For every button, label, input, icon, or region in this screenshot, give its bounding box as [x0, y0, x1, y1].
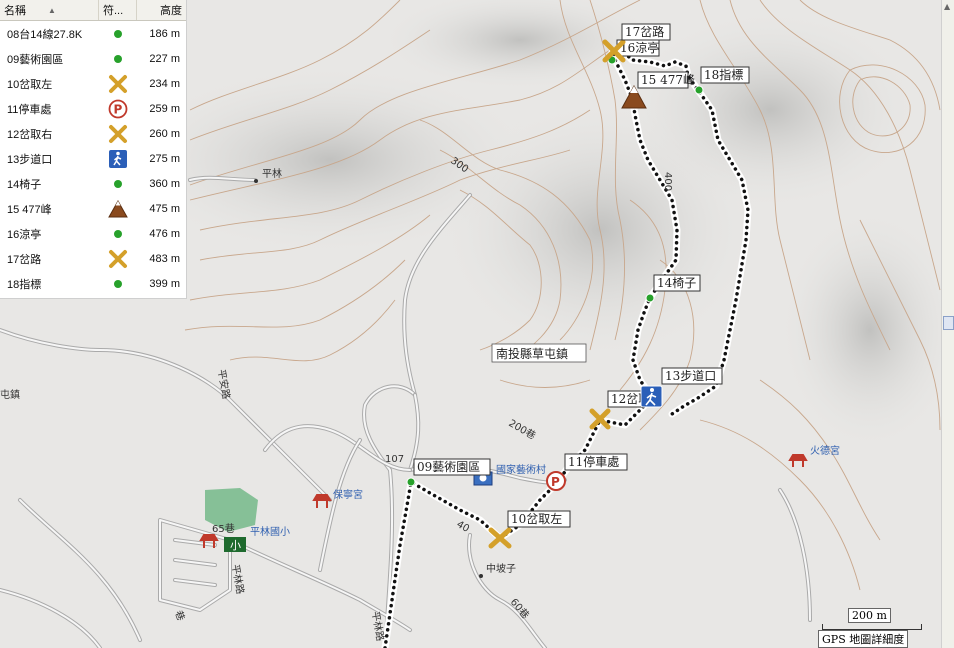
table-row[interactable]: 13步道口 275 m: [0, 146, 186, 171]
scale-distance: 200 m: [848, 608, 891, 623]
waypoint-elevation: 227 m: [149, 52, 180, 65]
waypoint-elevation: 475 m: [149, 202, 180, 215]
township-label: 南投縣草屯鎮: [491, 343, 587, 363]
svg-text:18指標: 18指標: [704, 67, 743, 82]
hiker-icon: [109, 149, 127, 168]
svg-text:13步道口: 13步道口: [665, 369, 716, 383]
waypoint-name: 17岔路: [7, 253, 42, 266]
table-row[interactable]: 08台14線27.8K 186 m: [0, 21, 186, 46]
waypoint-elevation: 399 m: [149, 277, 180, 290]
waypoint-name: 13步道口: [7, 153, 53, 166]
svg-text:南投縣草屯鎮: 南投縣草屯鎮: [496, 346, 568, 361]
waypoint-name: 10岔取左: [7, 78, 53, 91]
waypoint-symbol: [99, 279, 137, 288]
waypoint-symbol: [99, 149, 137, 169]
hiker-icon: [640, 385, 663, 408]
waypoint-name: 11停車處: [7, 103, 52, 116]
column-header-symbol[interactable]: 符...: [99, 0, 137, 20]
green-dot-icon: [114, 54, 122, 63]
table-row[interactable]: 18指標 399 m: [0, 271, 186, 296]
scroll-up-arrow-icon[interactable]: ▲: [944, 2, 950, 11]
waypoint-symbol: [99, 54, 137, 63]
waypoint-elevation: 186 m: [149, 27, 180, 40]
svg-text:16涼亭: 16涼亭: [620, 40, 659, 55]
summit-icon: [108, 199, 128, 217]
svg-text:P: P: [114, 102, 123, 116]
place-ping-lin: 平林: [262, 167, 282, 180]
waypoint-symbol: [99, 229, 137, 238]
waypoint-elevation: 259 m: [149, 102, 180, 115]
svg-text:火德宮: 火德宮: [810, 444, 840, 457]
waypoint-symbol: [99, 124, 137, 144]
svg-text:平林國小: 平林國小: [250, 525, 290, 538]
table-row[interactable]: 14椅子 360 m: [0, 171, 186, 196]
parking-icon: P: [546, 471, 566, 491]
table-header: 名稱 ▲ 符... 高度: [0, 0, 186, 21]
waypoint-elevation: 476 m: [149, 227, 180, 240]
waypoint-name: 12岔取右: [7, 128, 53, 141]
svg-text:09藝術園區: 09藝術園區: [417, 460, 480, 474]
parking-icon: P: [108, 99, 128, 118]
svg-text:10岔取左: 10岔取左: [511, 511, 562, 526]
table-row[interactable]: 09藝術園區 227 m: [0, 46, 186, 71]
waypoint-name: 08台14線27.8K: [7, 28, 83, 41]
waypoint-symbol: [99, 29, 137, 38]
crossroad-x-icon: [109, 124, 127, 143]
waypoint-symbol: [99, 249, 137, 269]
svg-text:P: P: [551, 475, 560, 489]
waypoint-symbol: [99, 199, 137, 219]
green-dot-icon: [114, 229, 122, 238]
waypoint-name: 09藝術園區: [7, 53, 64, 66]
waypoint-name: 15 477峰: [7, 203, 52, 216]
green-dot-icon: [114, 179, 122, 188]
road-label-65: 65巷: [212, 523, 235, 535]
waypoint-elevation: 483 m: [149, 252, 180, 265]
svg-text:11停車處: 11停車處: [568, 454, 619, 469]
svg-text:小: 小: [230, 539, 241, 552]
contour-label-400: 400: [662, 172, 673, 191]
green-dot-icon: [114, 29, 122, 38]
vertical-scrollbar[interactable]: ▲: [941, 0, 954, 648]
svg-text:14椅子: 14椅子: [657, 276, 696, 290]
waypoint-elevation: 234 m: [149, 77, 180, 90]
waypoint-name: 16涼亭: [7, 228, 42, 241]
waypoint-elevation: 360 m: [149, 177, 180, 190]
road-label-107: 107: [385, 454, 404, 465]
place-zhong-di-dot: [479, 574, 483, 578]
scale-caption: GPS 地圖詳細度: [818, 630, 909, 648]
waypoint-symbol: [99, 179, 137, 188]
waypoint-symbol: [99, 74, 137, 94]
waypoint-symbol: P: [99, 99, 137, 119]
town-left-label: 屯鎮: [0, 388, 20, 401]
table-row[interactable]: 12岔取右 260 m: [0, 121, 186, 146]
scroll-thumb[interactable]: [943, 316, 954, 330]
green-dot-icon: [114, 279, 122, 288]
svg-text:400: 400: [662, 172, 673, 191]
svg-text:國家藝術村: 國家藝術村: [496, 463, 546, 476]
svg-text:17岔路: 17岔路: [625, 24, 664, 39]
crossroad-x-icon: [109, 249, 127, 268]
crossroad-x-icon: [109, 74, 127, 93]
table-row[interactable]: 10岔取左 234 m: [0, 71, 186, 96]
waypoint-name: 18指標: [7, 278, 42, 291]
column-header-elevation[interactable]: 高度: [137, 0, 186, 20]
waypoint-name: 14椅子: [7, 178, 42, 191]
table-row[interactable]: 17岔路 483 m: [0, 246, 186, 271]
column-header-name[interactable]: 名稱 ▲: [0, 0, 99, 20]
place-zhong-di: 中坡子: [486, 562, 516, 575]
map-scale: 200 m GPS 地圖詳細度: [818, 604, 926, 648]
table-row[interactable]: 11停車處 P 259 m: [0, 96, 186, 121]
waypoint-table[interactable]: 名稱 ▲ 符... 高度 08台14線27.8K 186 m 09藝術園區 227 m…: [0, 0, 187, 299]
svg-text:15 477峰: 15 477峰: [641, 73, 695, 87]
table-row[interactable]: 16涼亭 476 m: [0, 221, 186, 246]
sort-asc-icon: ▲: [48, 5, 56, 15]
svg-text:保寧宮: 保寧宮: [333, 488, 363, 501]
waypoint-elevation: 260 m: [149, 127, 180, 140]
waypoint-elevation: 275 m: [149, 152, 180, 165]
place-ping-lin-dot: [254, 179, 258, 183]
table-row[interactable]: 15 477峰 475 m: [0, 196, 186, 221]
